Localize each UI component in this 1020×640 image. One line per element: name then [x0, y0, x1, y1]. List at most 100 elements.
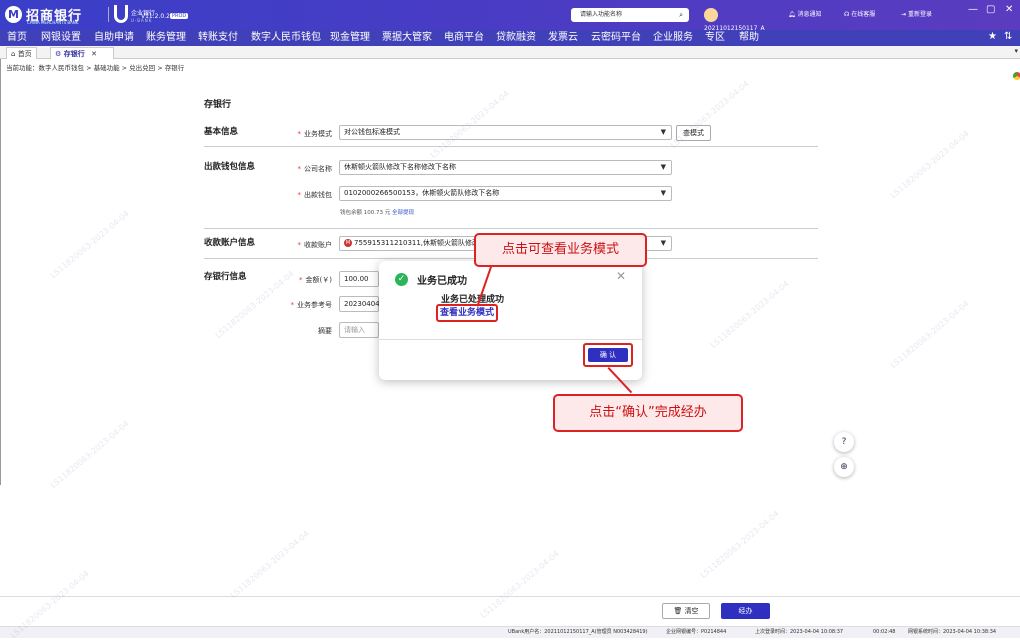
- relogin-link[interactable]: ⇥ 重新登录: [901, 9, 932, 21]
- help-float-button[interactable]: ?: [834, 432, 854, 452]
- ubank-logo-icon: [114, 5, 128, 23]
- user-menu[interactable]: 20211012150117_A: [704, 8, 776, 32]
- view-business-mode-link[interactable]: 查看业务模式: [436, 304, 499, 322]
- nav-item-transfer[interactable]: 转账支付: [198, 30, 238, 46]
- watermark: LS11820063-2023-04-04: [228, 529, 311, 600]
- clear-button[interactable]: 🗑 清空: [662, 603, 710, 619]
- wallet-balance: 钱包余额 100.73 元 全部提现: [340, 208, 414, 216]
- label-receiving-account: * 收款账户: [297, 241, 333, 249]
- main-nav: 首页 网银设置 自助申请 账务管理 转账支付 数字人民币钱包 现金管理 票据大管…: [0, 30, 1020, 46]
- receiving-account-value: 755915311210311,休斯顿火箭队修改: [354, 239, 480, 247]
- breadcrumb: 当前功能：数字人民币钱包 > 基础功能 > 兑出兑回 > 存银行: [6, 64, 185, 72]
- memo-input[interactable]: 请输入: [339, 322, 379, 338]
- home-icon: ⌂: [11, 50, 16, 58]
- watermark: LS11820063-2023-04-04: [48, 419, 131, 490]
- message-label: 消息通知: [797, 11, 822, 18]
- nav-item-self-service[interactable]: 自助申请: [94, 30, 134, 46]
- nav-item-enterprise[interactable]: 企业服务: [653, 30, 693, 46]
- nav-item-cash[interactable]: 现金管理: [330, 30, 370, 46]
- logout-icon: ⇥: [901, 11, 907, 18]
- label-amount: * 金额(￥): [299, 276, 332, 284]
- restore-button[interactable]: ▢: [986, 4, 995, 15]
- chevron-down-icon: ▼: [660, 163, 666, 171]
- headset-icon: ☊: [844, 11, 850, 18]
- outgoing-wallet-select[interactable]: 0102000266500153，休斯顿火箭队修改下名称 ▼: [339, 186, 672, 201]
- avatar: [704, 8, 718, 22]
- nav-item-ecommerce[interactable]: 电商平台: [444, 30, 484, 46]
- success-dialog: ✓ 业务已成功 ✕ 业务已处理成功 查看业务模式 确 认: [379, 261, 642, 380]
- relogin-label: 重新登录: [907, 11, 932, 18]
- amount-input[interactable]: 100.00: [339, 271, 379, 287]
- watermark: LS11820063-2023-04-04: [698, 509, 781, 580]
- bank-logo-icon: M: [344, 239, 352, 247]
- tab-current-label: 存银行: [63, 50, 85, 58]
- function-search-input[interactable]: 请输入功能名称 ⌕: [571, 8, 689, 22]
- bank-name-english: CHINA MERCHANTS BANK: [27, 20, 79, 25]
- message-notification-link[interactable]: 🔔︎ 消息通知: [788, 9, 822, 21]
- tab-close-icon[interactable]: ✕: [91, 50, 97, 58]
- close-window-button[interactable]: ✕: [1005, 4, 1013, 15]
- nav-more-icon[interactable]: ⇅: [1004, 31, 1012, 42]
- tab-bar: ⌂ 首页 ⚙ 存银行 ✕ ▾: [0, 46, 1020, 59]
- nav-item-crypto[interactable]: 云密码平台: [591, 30, 641, 46]
- search-placeholder: 请输入功能名称: [580, 11, 623, 18]
- tab-current[interactable]: ⚙ 存银行 ✕: [50, 47, 114, 59]
- watermark: LS11820063-2023-04-04: [708, 279, 791, 350]
- watermark: LS11820063-2023-04-04: [48, 209, 131, 280]
- callout-confirm: 点击“确认”完成经办: [553, 394, 743, 432]
- status-bar: UBank用户名：20211012150117_A(管理员 N003428419…: [0, 626, 1020, 638]
- search-icon[interactable]: ⌕: [679, 8, 683, 22]
- outgoing-wallet-value: 0102000266500153，休斯顿火箭队修改下名称: [344, 189, 500, 197]
- tab-gear-icon: ⚙: [55, 50, 62, 58]
- bell-icon: 🔔︎: [788, 11, 796, 18]
- page-title: 存银行: [204, 100, 232, 110]
- online-service-link[interactable]: ☊ 在线客服: [844, 9, 875, 21]
- help-icon: ?: [841, 437, 847, 447]
- tab-dropdown-icon[interactable]: ▾: [1014, 47, 1018, 55]
- status-user: UBank用户名：20211012150117_A(管理员 N003428419…: [508, 629, 648, 635]
- withdraw-all-link[interactable]: 全部提现: [392, 210, 414, 216]
- check-circle-icon: ✓: [395, 273, 408, 286]
- submit-button[interactable]: 经办: [721, 603, 770, 619]
- section-deposit-info: 存银行信息: [204, 272, 247, 282]
- nav-item-accounts[interactable]: 账务管理: [146, 30, 186, 46]
- nav-item-help[interactable]: 帮助: [739, 30, 759, 46]
- nav-item-settings[interactable]: 网银设置: [41, 30, 81, 46]
- dialog-divider: [379, 339, 642, 340]
- zoom-float-button[interactable]: ⊕: [834, 457, 854, 477]
- label-reference-number: * 业务参考号: [290, 301, 333, 309]
- zoom-icon: ⊕: [840, 462, 848, 472]
- watermark: LS11820063-2023-04-04: [888, 299, 971, 370]
- label-memo: 摘要: [318, 327, 332, 335]
- nav-item-zone[interactable]: 专区: [705, 30, 725, 46]
- confirm-button[interactable]: 确 认: [588, 348, 628, 362]
- section-outgoing-wallet: 出款钱包信息: [204, 162, 256, 172]
- nav-item-digital-rmb[interactable]: 数字人民币钱包: [251, 30, 321, 46]
- favorite-star-icon[interactable]: ★: [988, 31, 997, 42]
- business-mode-select[interactable]: 对公钱包标准模式 ▼: [339, 125, 672, 140]
- label-outgoing-wallet: * 出款钱包: [297, 191, 333, 199]
- status-last-login: 上次登录时间：2023-04-04 10:08:37: [755, 629, 844, 635]
- minimize-button[interactable]: —: [968, 4, 978, 15]
- nav-item-invoice[interactable]: 发票云: [548, 30, 578, 46]
- chevron-down-icon: ▼: [660, 128, 666, 136]
- header-divider: [108, 7, 109, 22]
- tab-home-label: 首页: [17, 50, 32, 58]
- section-basic-info: 基本信息: [204, 127, 239, 137]
- nav-item-loans[interactable]: 贷款融资: [496, 30, 536, 46]
- view-mode-button[interactable]: 查模式: [676, 125, 711, 141]
- confirm-highlight: 确 认: [583, 343, 633, 367]
- label-company-name: * 公司名称: [297, 165, 333, 173]
- divider: [204, 228, 818, 229]
- browser-icon: [1013, 72, 1020, 80]
- dialog-close-icon[interactable]: ✕: [616, 269, 626, 283]
- clear-label: 清空: [684, 607, 699, 615]
- nav-item-home[interactable]: 首页: [7, 30, 27, 46]
- divider: [204, 146, 818, 147]
- status-corp-id: 企业网银编号：P0214844: [666, 629, 727, 635]
- company-name-select[interactable]: 休斯顿火箭队修改下名称修改下名称 ▼: [339, 160, 672, 175]
- version-badge: PROD: [170, 13, 189, 19]
- reference-number-input[interactable]: 20230404: [339, 296, 380, 312]
- nav-item-bills[interactable]: 票据大管家: [382, 30, 432, 46]
- tab-home[interactable]: ⌂ 首页: [6, 47, 37, 59]
